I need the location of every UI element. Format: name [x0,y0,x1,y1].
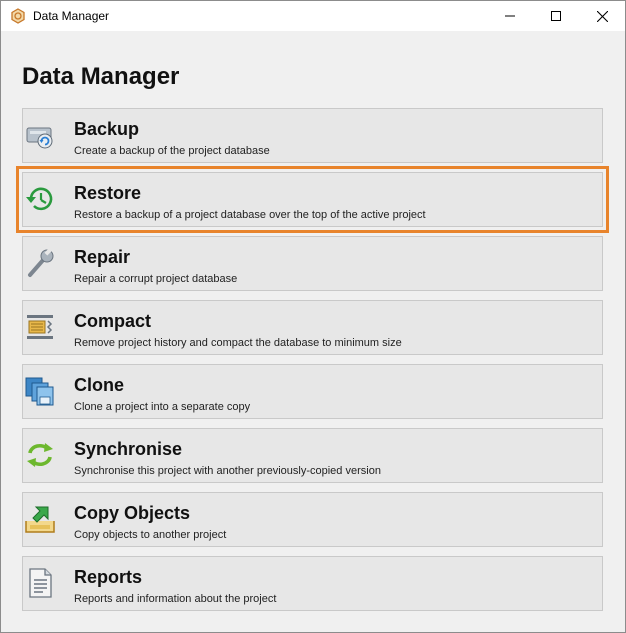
item-description: Copy objects to another project [74,529,227,541]
synchronise-item[interactable]: Synchronise Synchronise this project wit… [22,428,603,483]
item-label: Repair [74,247,131,267]
item-description: Remove project history and compact the d… [74,337,402,349]
item-description: Synchronise this project with another pr… [74,465,381,477]
compact-icon [24,309,56,345]
maximize-icon [551,11,561,21]
item-label: Synchronise [74,439,183,459]
item-label: Backup [74,119,140,139]
backup-item[interactable]: Backup Create a backup of the project da… [22,108,603,163]
item-description: Repair a corrupt project database [74,273,238,285]
title-bar[interactable]: Data Manager [1,1,625,31]
copy-objects-item[interactable]: Copy Objects Copy objects to another pro… [22,492,603,547]
item-label: Copy Objects [74,503,191,523]
item-label: Restore [74,183,142,203]
backup-icon [24,117,56,153]
action-list: Backup Create a backup of the project da… [16,108,625,611]
app-logo-icon [10,8,26,24]
maximize-button[interactable] [533,1,579,31]
minimize-button[interactable] [487,1,533,31]
copy-objects-icon [24,501,56,537]
repair-icon [24,245,56,281]
close-icon [596,10,608,22]
item-label: Reports [74,567,143,587]
synchronise-icon [24,437,56,473]
item-label: Compact [74,311,152,331]
compact-item[interactable]: Compact Remove project history and compa… [22,300,603,355]
reports-item[interactable]: Reports Reports and information about th… [22,556,603,611]
item-description: Restore a backup of a project database o… [74,209,426,221]
window-title: Data Manager [33,9,110,23]
item-description: Reports and information about the projec… [74,593,277,605]
repair-item[interactable]: Repair Repair a corrupt project database [22,236,603,291]
clone-icon [24,373,56,409]
minimize-icon [505,15,515,17]
clone-item[interactable]: Clone Clone a project into a separate co… [22,364,603,419]
page-title: Data Manager [22,63,180,90]
reports-icon [24,565,56,601]
restore-icon [24,181,56,217]
close-button[interactable] [579,1,625,31]
item-label: Clone [74,375,125,395]
item-description: Create a backup of the project database [74,145,270,157]
data-manager-window: Data Manager Data Manager Backup Create … [0,0,626,633]
item-description: Clone a project into a separate copy [74,401,251,413]
restore-item[interactable]: Restore Restore a backup of a project da… [16,166,609,233]
